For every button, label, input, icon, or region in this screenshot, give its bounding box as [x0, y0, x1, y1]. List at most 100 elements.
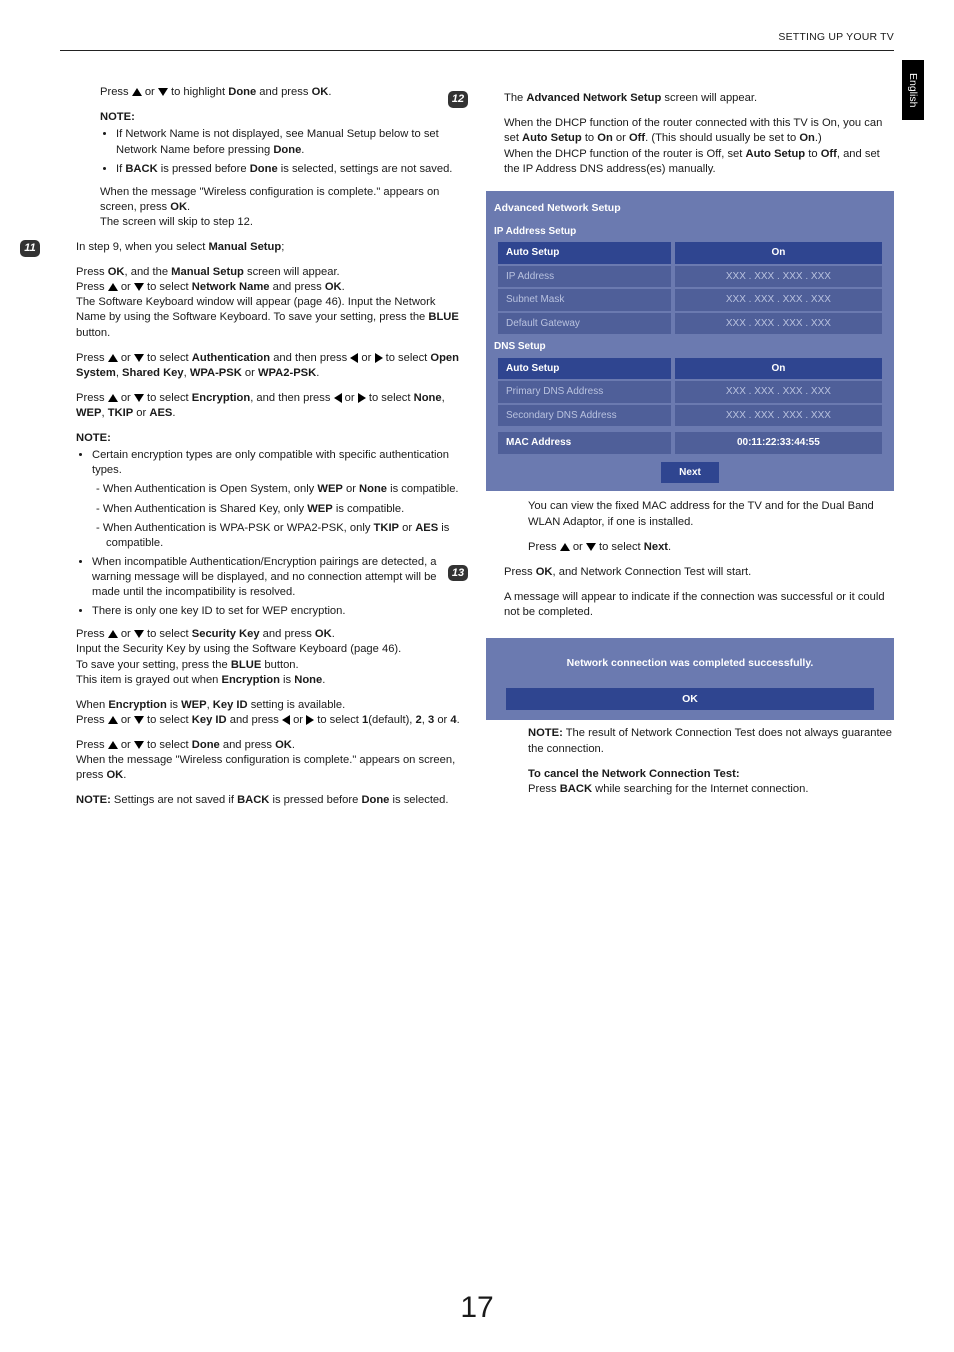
down-arrow-icon: [134, 630, 144, 638]
step12-p3: You can view the fixed MAC address for t…: [528, 499, 894, 529]
right-column: 12 The Advanced Network Setup screen wil…: [488, 85, 894, 818]
panel-row-value: XXX . XXX . XXX . XXX: [675, 313, 882, 335]
panel-row[interactable]: Auto SetupOn: [498, 358, 882, 380]
note1-item: If Network Name is not displayed, see Ma…: [116, 127, 466, 157]
panel-row-label: Default Gateway: [498, 313, 671, 335]
panel-row[interactable]: Subnet MaskXXX . XXX . XXX . XXX: [498, 289, 882, 311]
step12-p1: The Advanced Network Setup screen will a…: [504, 91, 894, 106]
panel-row-label: Auto Setup: [498, 242, 671, 264]
panel-row-value: XXX . XXX . XXX . XXX: [675, 266, 882, 288]
next-button[interactable]: Next: [661, 462, 719, 484]
step-12: 12 The Advanced Network Setup screen wil…: [488, 91, 894, 187]
down-arrow-icon: [134, 354, 144, 362]
panel-row-label: Primary DNS Address: [498, 381, 671, 403]
down-arrow-icon: [586, 543, 596, 551]
step11-p1: Press OK, and the Manual Setup screen wi…: [76, 265, 466, 341]
step12-p2: When the DHCP function of the router con…: [504, 116, 894, 176]
cancel-heading: To cancel the Network Connection Test:: [528, 767, 894, 782]
down-arrow-icon: [134, 741, 144, 749]
columns: Press or to highlight Done and press OK.…: [60, 85, 894, 818]
panel-row-label: Secondary DNS Address: [498, 405, 671, 427]
panel-title: Advanced Network Setup: [492, 199, 888, 221]
wireless-complete-msg: When the message "Wireless configuration…: [100, 185, 466, 230]
down-arrow-icon: [158, 88, 168, 96]
step11-p5: When Encryption is WEP, Key ID setting i…: [76, 698, 466, 728]
note2-subitem: When Authentication is WPA-PSK or WPA2-P…: [106, 521, 466, 551]
ok-button[interactable]: OK: [506, 688, 874, 710]
step11-p2: Press or to select Authentication and th…: [76, 351, 466, 381]
dns-rows: Auto SetupOnPrimary DNS AddressXXX . XXX…: [492, 358, 888, 427]
panel-row-label: Auto Setup: [498, 358, 671, 380]
note2-subitem: When Authentication is Shared Key, only …: [106, 502, 466, 517]
note2-subitem: When Authentication is Open System, only…: [106, 482, 466, 497]
cancel-text: Press BACK while searching for the Inter…: [528, 782, 894, 797]
panel-row-label: Subnet Mask: [498, 289, 671, 311]
up-arrow-icon: [132, 88, 142, 96]
note-heading: NOTE:: [100, 110, 466, 125]
right-arrow-icon: [306, 715, 314, 725]
up-arrow-icon: [108, 283, 118, 291]
step13-p1: Press OK, and Network Connection Test wi…: [504, 565, 894, 580]
left-column: Press or to highlight Done and press OK.…: [60, 85, 466, 818]
step12-p4: Press or to select Next.: [528, 540, 894, 555]
step13-p2: A message will appear to indicate if the…: [504, 590, 894, 620]
ip-rows: Auto SetupOnIP AddressXXX . XXX . XXX . …: [492, 242, 888, 334]
step13-note: NOTE: The result of Network Connection T…: [528, 726, 894, 756]
mac-row: MAC Address 00:11:22:33:44:55: [498, 432, 882, 454]
panel-row[interactable]: IP AddressXXX . XXX . XXX . XXX: [498, 266, 882, 288]
step-number-badge: 13: [448, 565, 468, 582]
down-arrow-icon: [134, 394, 144, 402]
header-rule: [60, 50, 894, 51]
connection-result-panel: Network connection was completed success…: [486, 638, 894, 720]
step11-p7: NOTE: Settings are not saved if BACK is …: [76, 793, 466, 808]
right-arrow-icon: [358, 393, 366, 403]
connection-message: Network connection was completed success…: [496, 656, 884, 670]
panel-row-value: XXX . XXX . XXX . XXX: [675, 381, 882, 403]
advanced-network-panel: Advanced Network Setup IP Address Setup …: [486, 191, 894, 492]
panel-row[interactable]: Default GatewayXXX . XXX . XXX . XXX: [498, 313, 882, 335]
up-arrow-icon: [108, 630, 118, 638]
page: SETTING UP YOUR TV English Press or to h…: [0, 0, 954, 1352]
note2-item: When incompatible Authentication/Encrypt…: [92, 555, 466, 600]
panel-row-label: IP Address: [498, 266, 671, 288]
note2-item: Certain encryption types are only compat…: [92, 448, 466, 551]
step11-p4: Press or to select Security Key and pres…: [76, 627, 466, 687]
up-arrow-icon: [108, 394, 118, 402]
step-13-body: Press OK, and Network Connection Test wi…: [504, 565, 894, 630]
left-arrow-icon: [282, 715, 290, 725]
step11-intro: In step 9, when you select Manual Setup;: [76, 240, 466, 255]
step-11: 11 In step 9, when you select Manual Set…: [60, 240, 466, 818]
note2-sublist: When Authentication is Open System, only…: [92, 482, 466, 550]
note1-item: If BACK is pressed before Done is select…: [116, 162, 466, 177]
left-arrow-icon: [334, 393, 342, 403]
panel-row[interactable]: Auto SetupOn: [498, 242, 882, 264]
left-inner: Press or to highlight Done and press OK.…: [60, 85, 466, 230]
panel-row-value: XXX . XXX . XXX . XXX: [675, 289, 882, 311]
note1-list: If Network Name is not displayed, see Ma…: [100, 127, 466, 176]
panel-row-value: On: [675, 242, 882, 264]
up-arrow-icon: [560, 543, 570, 551]
language-tab: English: [902, 60, 924, 120]
down-arrow-icon: [134, 283, 144, 291]
right-inner-2: NOTE: The result of Network Connection T…: [488, 726, 894, 796]
panel-button-row: Next: [492, 462, 888, 484]
mac-label: MAC Address: [498, 432, 671, 454]
panel-row[interactable]: Secondary DNS AddressXXX . XXX . XXX . X…: [498, 405, 882, 427]
dns-section-label: DNS Setup: [492, 336, 888, 356]
down-arrow-icon: [134, 716, 144, 724]
up-arrow-icon: [108, 354, 118, 362]
up-arrow-icon: [108, 716, 118, 724]
step-11-body: In step 9, when you select Manual Setup;…: [76, 240, 466, 818]
right-inner: You can view the fixed MAC address for t…: [488, 499, 894, 554]
panel-row-value: On: [675, 358, 882, 380]
mac-value: 00:11:22:33:44:55: [675, 432, 882, 454]
note2-list: Certain encryption types are only compat…: [76, 448, 466, 619]
header-title: SETTING UP YOUR TV: [60, 30, 894, 50]
step11-p3: Press or to select Encryption, and then …: [76, 391, 466, 421]
ip-section-label: IP Address Setup: [492, 221, 888, 241]
panel-row[interactable]: Primary DNS AddressXXX . XXX . XXX . XXX: [498, 381, 882, 403]
note2-item: There is only one key ID to set for WEP …: [92, 604, 466, 619]
press-done-line: Press or to highlight Done and press OK.: [100, 85, 466, 100]
note-heading: NOTE:: [76, 431, 466, 446]
step-13: 13 Press OK, and Network Connection Test…: [488, 565, 894, 630]
